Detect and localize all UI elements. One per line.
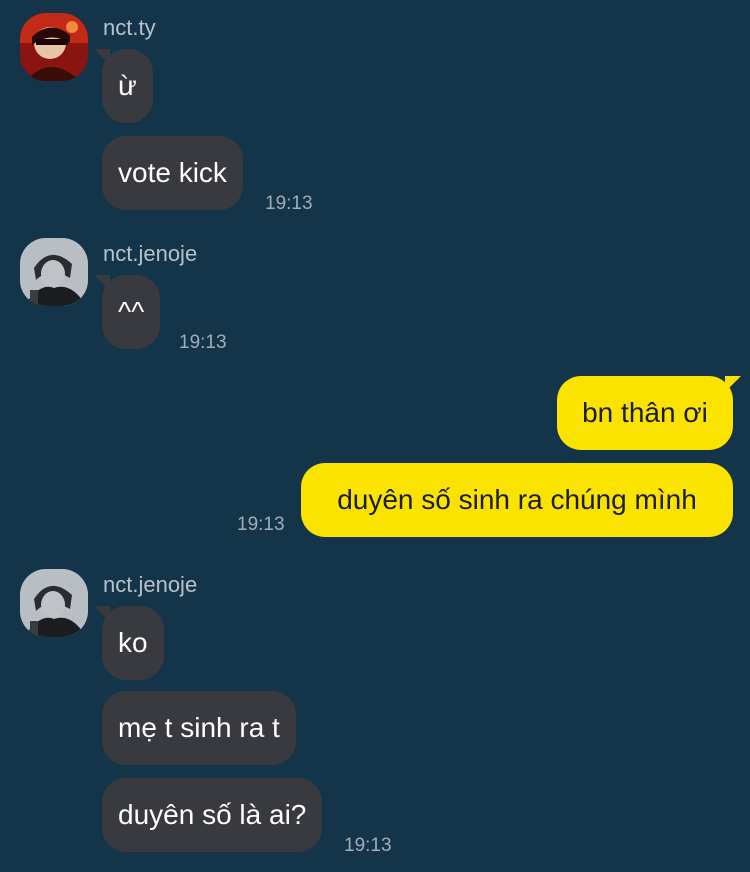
message-text: bn thân ơi xyxy=(582,397,708,428)
timestamp: 19:13 xyxy=(265,193,313,214)
message-text: ừ xyxy=(118,70,137,101)
timestamp: 19:13 xyxy=(237,514,285,535)
message-bubble[interactable]: ko xyxy=(94,606,164,680)
timestamp: 19:13 xyxy=(344,835,392,856)
timestamp: 19:13 xyxy=(179,332,227,353)
message-bubble-outgoing[interactable]: duyên số sinh ra chúng mình xyxy=(301,463,733,537)
message-bubble[interactable]: duyên số là ai? xyxy=(102,778,323,852)
sender-name: nct.jenoje xyxy=(103,572,198,597)
message-text: duyên số là ai? xyxy=(118,799,307,830)
message-bubble[interactable]: mẹ t sinh ra t xyxy=(102,691,296,765)
avatar-nct-jenoje[interactable] xyxy=(20,238,88,306)
sender-name: nct.ty xyxy=(103,15,156,40)
user-avatar-icon xyxy=(20,13,88,81)
message-bubble-outgoing[interactable]: bn thân ơi xyxy=(557,376,741,450)
avatar-nct-jenoje[interactable] xyxy=(20,569,88,637)
message-bubble[interactable]: ^^ xyxy=(94,275,161,349)
message-text: mẹ t sinh ra t xyxy=(118,712,280,743)
message-text: duyên số sinh ra chúng mình xyxy=(337,484,697,515)
message-bubble[interactable]: ừ xyxy=(94,49,153,123)
sender-name: nct.jenoje xyxy=(103,241,198,266)
user-avatar-icon xyxy=(20,238,88,306)
message-text: ^^ xyxy=(118,296,145,327)
user-avatar-icon xyxy=(20,569,88,637)
avatar-nct-ty[interactable] xyxy=(20,13,88,81)
message-text: vote kick xyxy=(118,157,227,188)
message-bubble[interactable]: vote kick xyxy=(102,136,243,210)
message-text: ko xyxy=(118,627,148,658)
